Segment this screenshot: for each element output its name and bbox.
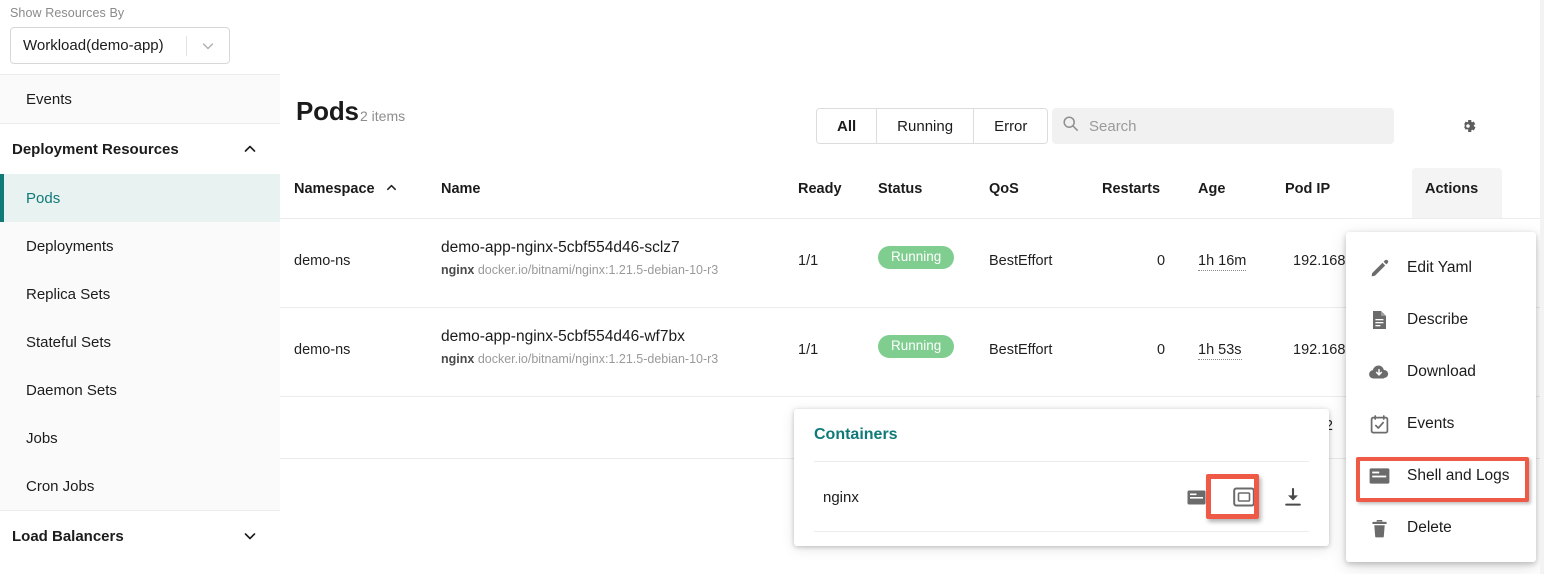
cell-ready: 1/1: [798, 342, 819, 358]
search-input[interactable]: [1087, 116, 1367, 136]
sidebar-section-label: Deployment Resources: [12, 140, 179, 158]
shell-logs-icon: [1366, 464, 1392, 488]
pencil-icon: [1366, 256, 1392, 280]
menu-item-shell-and-logs[interactable]: Shell and Logs: [1346, 450, 1536, 502]
menu-item-label: Download: [1407, 363, 1476, 380]
sidebar-item-label: Jobs: [26, 429, 58, 447]
column-header-age[interactable]: Age: [1198, 181, 1225, 197]
cell-ready: 1/1: [798, 253, 819, 269]
sidebar-item-events[interactable]: Events: [0, 75, 280, 123]
column-header-restarts[interactable]: Restarts: [1102, 181, 1160, 197]
menu-item-label: Edit Yaml: [1407, 259, 1472, 276]
menu-item-label: Describe: [1407, 311, 1469, 328]
menu-item-events[interactable]: Events: [1346, 398, 1536, 450]
cell-restarts: 0: [1157, 253, 1166, 269]
container-name-inline: nginx: [441, 263, 475, 277]
filter-error-button[interactable]: Error: [974, 109, 1048, 143]
workload-select[interactable]: Workload(demo-app): [10, 27, 230, 64]
table-header-row: Namespace Name Ready Status QoS Restarts…: [280, 168, 1544, 218]
column-header-actions: Actions: [1425, 181, 1479, 197]
workload-select-value: Workload(demo-app): [23, 37, 164, 54]
right-edge-strip: [1540, 0, 1544, 574]
menu-item-delete[interactable]: Delete: [1346, 502, 1536, 554]
menu-item-label: Shell and Logs: [1407, 467, 1510, 484]
containers-panel-title: Containers: [814, 426, 898, 443]
filter-running-button[interactable]: Running: [877, 109, 975, 143]
cloud-download-icon: [1366, 360, 1392, 384]
cell-age: 1h 16m: [1198, 253, 1247, 271]
status-badge: Running: [878, 246, 955, 269]
cell-age: 1h 53s: [1198, 342, 1242, 360]
status-filter-group: All Running Error: [816, 108, 1049, 144]
pods-toolbar: Pods 2 items All Running Error: [280, 96, 1544, 156]
chevron-up-icon: [242, 141, 258, 157]
sidebar-item-label: Events: [26, 90, 72, 108]
sidebar-item-jobs[interactable]: Jobs: [0, 414, 280, 462]
column-header-name[interactable]: Name: [441, 181, 481, 197]
sidebar-item-stateful-sets[interactable]: Stateful Sets: [0, 318, 280, 366]
filter-all-button[interactable]: All: [817, 109, 878, 143]
search-icon: [1062, 115, 1079, 137]
item-count: 2 items: [360, 108, 406, 124]
trash-icon: [1366, 516, 1392, 540]
image-ref-inline: docker.io/bitnami/nginx:1.21.5-debian-10…: [477, 263, 719, 277]
menu-item-edit-yaml[interactable]: Edit Yaml: [1346, 242, 1536, 294]
column-header-ready[interactable]: Ready: [798, 181, 842, 197]
cell-qos: BestEffort: [989, 253, 1053, 269]
chevron-down-icon: [242, 528, 258, 544]
sidebar-item-label: Stateful Sets: [26, 333, 112, 351]
sidebar-section-load-balancers[interactable]: Load Balancers: [0, 511, 280, 561]
search-box[interactable]: [1052, 108, 1394, 144]
gear-icon[interactable]: [1452, 110, 1484, 142]
sidebar-item-pods[interactable]: Pods: [0, 174, 280, 222]
column-header-status[interactable]: Status: [878, 181, 922, 197]
sidebar-item-cron-jobs[interactable]: Cron Jobs: [0, 462, 280, 510]
column-label: Namespace: [294, 181, 375, 197]
sidebar-item-label: Daemon Sets: [26, 381, 117, 399]
sidebar-section-deployment-resources[interactable]: Deployment Resources: [0, 124, 280, 174]
menu-item-describe[interactable]: Describe: [1346, 294, 1536, 346]
container-name: nginx: [823, 489, 859, 506]
sidebar-item-label: Cron Jobs: [26, 477, 95, 495]
cell-namespace: demo-ns: [294, 253, 351, 269]
sidebar-item-label: Deployments: [26, 237, 114, 255]
cell-pod-image: nginx docker.io/bitnami/nginx:1.21.5-deb…: [441, 352, 718, 366]
show-resources-by-label: Show Resources By: [10, 6, 125, 20]
sidebar: Events Deployment Resources Pods Deploym…: [0, 74, 280, 574]
cell-pod-name[interactable]: demo-app-nginx-5cbf554d46-sclz7: [441, 239, 680, 257]
actions-dropdown-menu: Edit Yaml Describe Download Events Shell: [1346, 232, 1536, 562]
column-header-podip[interactable]: Pod IP: [1285, 181, 1330, 197]
status-badge: Running: [878, 335, 955, 358]
cell-restarts: 0: [1157, 342, 1166, 358]
menu-item-label: Events: [1407, 415, 1455, 432]
sidebar-item-label: Pods: [26, 189, 61, 207]
column-header-namespace[interactable]: Namespace: [294, 181, 398, 198]
sidebar-item-daemon-sets[interactable]: Daemon Sets: [0, 366, 280, 414]
shell-icon-highlight-box: [1206, 474, 1259, 519]
menu-item-download[interactable]: Download: [1346, 346, 1536, 398]
chevron-down-icon[interactable]: [187, 38, 229, 54]
cell-namespace: demo-ns: [294, 342, 351, 358]
column-header-qos[interactable]: QoS: [989, 181, 1019, 197]
sidebar-item-label: Replica Sets: [26, 285, 111, 303]
app-root: Show Resources By Workload(demo-app) Eve…: [0, 0, 1544, 574]
resource-selector-bar: Show Resources By Workload(demo-app): [0, 0, 280, 74]
sidebar-item-replica-sets[interactable]: Replica Sets: [0, 270, 280, 318]
menu-item-label: Delete: [1407, 519, 1452, 536]
container-name-inline: nginx: [441, 352, 475, 366]
sidebar-subitems: Pods Deployments Replica Sets Stateful S…: [0, 174, 280, 510]
calendar-check-icon: [1366, 412, 1392, 436]
cell-qos: BestEffort: [989, 342, 1053, 358]
sidebar-section-label: Load Balancers: [12, 527, 124, 545]
cell-pod-image: nginx docker.io/bitnami/nginx:1.21.5-deb…: [441, 263, 718, 277]
sidebar-item-deployments[interactable]: Deployments: [0, 222, 280, 270]
document-icon: [1366, 308, 1392, 332]
chevron-up-icon: [385, 181, 398, 198]
cell-pod-name[interactable]: demo-app-nginx-5cbf554d46-wf7bx: [441, 328, 685, 346]
download-icon[interactable]: [1280, 484, 1306, 510]
page-title: Pods: [296, 96, 359, 126]
image-ref-inline: docker.io/bitnami/nginx:1.21.5-debian-10…: [477, 352, 719, 366]
